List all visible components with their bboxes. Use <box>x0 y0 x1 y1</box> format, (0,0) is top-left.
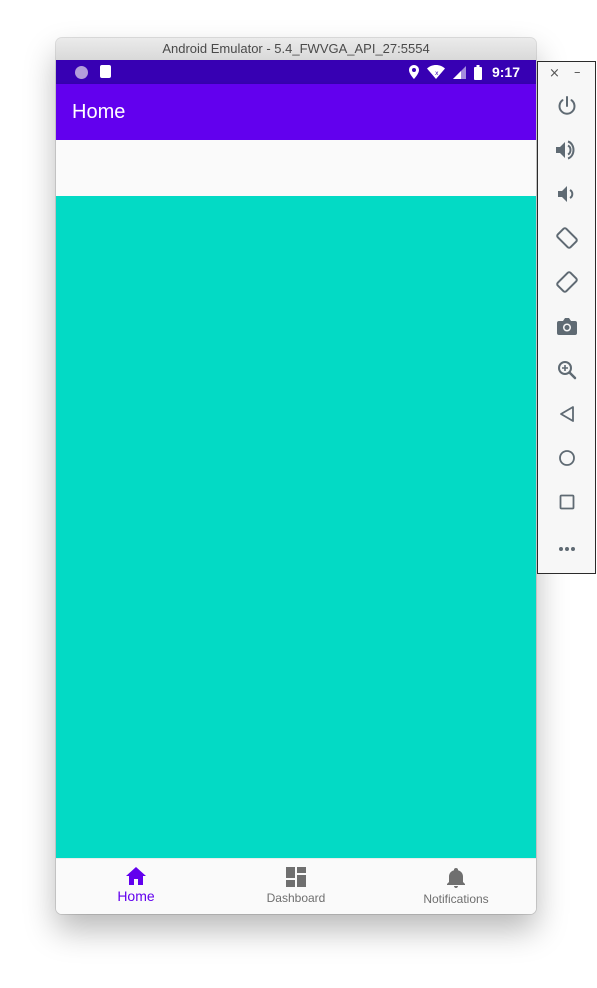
signal-icon <box>452 65 466 79</box>
rotate-right-icon <box>555 270 579 299</box>
volume-down-icon <box>558 185 576 208</box>
overview-button[interactable] <box>552 489 582 519</box>
emulator-window: Android Emulator - 5.4_FWVGA_API_27:5554… <box>56 38 536 914</box>
battery-icon <box>473 64 482 80</box>
status-time: 9:17 <box>491 64 520 80</box>
status-bar: x 9:17 <box>56 60 536 84</box>
rotate-right-button[interactable] <box>552 269 582 299</box>
app-bar: Home <box>56 84 536 140</box>
svg-text:x: x <box>435 70 439 77</box>
overview-icon <box>559 494 575 515</box>
nav-item-notifications[interactable]: Notifications <box>376 859 536 914</box>
close-icon[interactable]: × <box>549 66 560 81</box>
sd-card-icon <box>100 65 111 78</box>
status-icons: x 9:17 <box>408 60 520 84</box>
toolbar-window-controls: × – <box>538 65 595 84</box>
nav-item-home[interactable]: Home <box>56 859 216 914</box>
bell-icon <box>447 867 465 888</box>
back-button[interactable] <box>552 401 582 431</box>
home-icon <box>126 867 146 885</box>
dashboard-icon <box>286 867 306 887</box>
volume-down-button[interactable] <box>552 181 582 211</box>
power-icon <box>557 95 577 121</box>
rotate-left-button[interactable] <box>552 225 582 255</box>
wifi-icon: x <box>426 65 445 79</box>
minimize-icon[interactable]: – <box>574 65 581 80</box>
bottom-navigation: Home Dashboard Notifications <box>56 858 536 914</box>
nav-label-dashboard: Dashboard <box>266 891 326 905</box>
screenshot-button[interactable] <box>552 313 582 343</box>
camera-icon <box>557 317 577 340</box>
nav-item-dashboard[interactable]: Dashboard <box>216 859 376 914</box>
back-icon <box>559 405 575 428</box>
more-icon <box>558 539 576 557</box>
nav-label-notifications: Notifications <box>423 892 489 906</box>
main-content <box>56 140 536 858</box>
phone-screen: x 9:17 Home Home Dashboard Notifications <box>56 60 536 914</box>
zoom-button[interactable] <box>552 357 582 387</box>
rotate-left-icon <box>555 226 579 255</box>
emulator-toolbar: × – <box>537 61 596 574</box>
home-circle-button[interactable] <box>552 445 582 475</box>
volume-up-icon <box>556 140 578 165</box>
location-icon <box>408 65 419 79</box>
zoom-icon <box>557 360 577 385</box>
home-circle-icon <box>558 449 576 472</box>
teal-panel <box>56 196 536 858</box>
volume-up-button[interactable] <box>552 137 582 167</box>
nav-label-home: Home <box>117 888 155 904</box>
window-title: Android Emulator - 5.4_FWVGA_API_27:5554 <box>56 38 536 61</box>
more-button[interactable] <box>552 533 582 563</box>
page-title: Home <box>72 101 126 123</box>
power-button[interactable] <box>552 93 582 123</box>
notification-dot-icon <box>75 66 88 79</box>
